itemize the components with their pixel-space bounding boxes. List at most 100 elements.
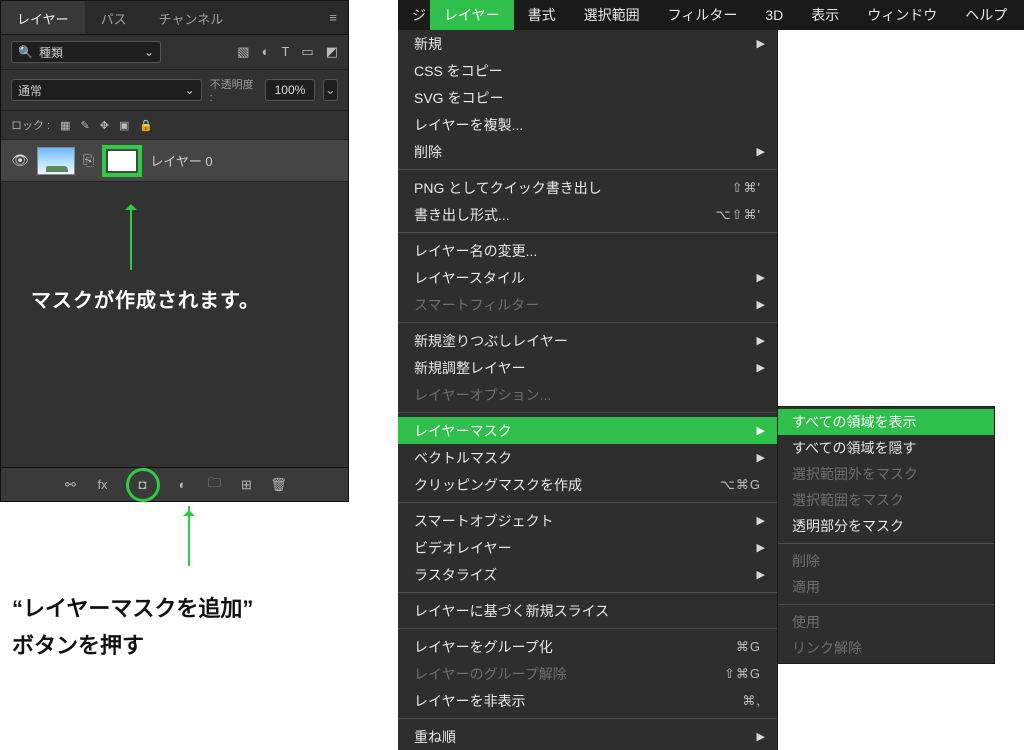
filter-icons: ▧ ◐ T ▭ ◩	[237, 44, 338, 60]
search-icon: 🔍	[18, 45, 33, 59]
submenu-reveal-all[interactable]: すべての領域を表示	[778, 409, 994, 435]
submenu-arrow-icon: ▶	[757, 424, 765, 437]
menu-layer-options: レイヤーオプション...	[398, 381, 777, 408]
submenu-arrow-icon: ▶	[757, 37, 765, 50]
menu-hide-layer[interactable]: レイヤーを非表示⌘,	[398, 687, 777, 714]
lock-icons: ▦ ✎ ✥ ▣ 🔒	[60, 119, 153, 132]
annotation-arrow	[130, 208, 132, 270]
layer-row[interactable]: 👁 ⎘ レイヤー 0	[1, 140, 348, 182]
menu-duplicate[interactable]: レイヤーを複製...	[398, 111, 777, 138]
filter-smart-icon[interactable]: ◩	[326, 44, 338, 60]
annotation-arrow-2	[188, 506, 190, 566]
new-layer-icon[interactable]: ⊞	[238, 477, 256, 493]
layer-filter-select[interactable]: 🔍 種類 ⌄	[11, 41, 161, 63]
filter-shape-icon[interactable]: ▭	[301, 44, 313, 60]
add-mask-icon: ◘	[134, 477, 152, 492]
menu-copy-svg[interactable]: SVG をコピー	[398, 84, 777, 111]
shortcut: ⌘,	[742, 693, 761, 709]
menu-smart-object[interactable]: スマートオブジェクト▶	[398, 507, 777, 534]
filter-row: 🔍 種類 ⌄ ▧ ◐ T ▭ ◩	[1, 35, 348, 70]
layer-thumbnail[interactable]	[37, 147, 75, 175]
submenu-arrow-icon: ▶	[757, 541, 765, 554]
shortcut: ⌥⇧⌘'	[716, 207, 761, 223]
adjustment-icon[interactable]: ◐	[174, 477, 192, 492]
submenu-arrow-icon: ▶	[757, 361, 765, 374]
menu-quick-png[interactable]: PNG としてクイック書き出し⇧⌘'	[398, 174, 777, 201]
submenu-from-transparency[interactable]: 透明部分をマスク	[778, 513, 994, 539]
link-layers-icon[interactable]: ⚯	[62, 477, 80, 493]
submenu-apply: 適用	[778, 574, 994, 600]
chevron-down-icon: ⌄	[144, 45, 154, 59]
menu-new[interactable]: 新規▶	[398, 30, 777, 57]
filter-pixel-icon[interactable]: ▧	[237, 44, 249, 60]
menu-delete[interactable]: 削除▶	[398, 138, 777, 165]
panel-menu-icon[interactable]: ≡	[318, 1, 348, 34]
menu-vector-mask[interactable]: ベクトルマスク▶	[398, 444, 777, 471]
submenu-hide-selection: 選択範囲をマスク	[778, 487, 994, 513]
panel-tabs: レイヤー パス チャンネル ≡	[1, 1, 348, 35]
opacity-input[interactable]: 100%	[265, 79, 314, 101]
submenu-reveal-selection: 選択範囲外をマスク	[778, 461, 994, 487]
submenu-arrow-icon: ▶	[757, 568, 765, 581]
add-mask-button[interactable]: ◘	[126, 468, 160, 502]
menu-type[interactable]: 書式	[514, 0, 570, 30]
lock-transparency-icon[interactable]: ▦	[60, 119, 70, 132]
menu-group[interactable]: レイヤーをグループ化⌘G	[398, 633, 777, 660]
submenu-arrow-icon: ▶	[757, 514, 765, 527]
lock-brush-icon[interactable]: ✎	[81, 119, 90, 132]
lock-move-icon[interactable]: ✥	[100, 119, 109, 132]
tab-layers[interactable]: レイヤー	[1, 1, 85, 34]
lock-all-icon[interactable]: 🔒	[139, 119, 153, 132]
menu-layer-mask[interactable]: レイヤーマスク▶	[398, 417, 777, 444]
lock-label: ロック :	[11, 117, 50, 133]
blend-mode-value: 通常	[18, 82, 42, 99]
blend-mode-select[interactable]: 通常 ⌄	[11, 79, 202, 101]
menu-export-as[interactable]: 書き出し形式...⌥⇧⌘'	[398, 201, 777, 228]
menu-help[interactable]: ヘルプ	[951, 0, 1021, 30]
submenu-arrow-icon: ▶	[757, 451, 765, 464]
visibility-icon[interactable]: 👁	[11, 152, 29, 169]
menu-layer[interactable]: レイヤー	[430, 0, 514, 30]
menu-bar: ジ レイヤー 書式 選択範囲 フィルター 3D 表示 ウィンドウ ヘルプ	[398, 0, 1024, 30]
layer-mask-thumbnail[interactable]	[102, 145, 142, 177]
opacity-stepper[interactable]: ⌄	[323, 79, 338, 101]
fx-icon[interactable]: fx	[94, 477, 112, 492]
submenu-arrow-icon: ▶	[757, 334, 765, 347]
lock-artboard-icon[interactable]: ▣	[119, 119, 129, 132]
tab-channels[interactable]: チャンネル	[143, 1, 240, 34]
folder-icon[interactable]: 🗀	[206, 474, 224, 496]
shortcut: ⇧⌘'	[732, 180, 761, 196]
menu-layer-style[interactable]: レイヤースタイル▶	[398, 264, 777, 291]
menu-3d[interactable]: 3D	[751, 0, 797, 30]
menu-new-slice[interactable]: レイヤーに基づく新規スライス	[398, 597, 777, 624]
menu-arrange[interactable]: 重ね順▶	[398, 723, 777, 750]
trash-icon[interactable]: 🗑	[270, 477, 288, 493]
menu-video-layer[interactable]: ビデオレイヤー▶	[398, 534, 777, 561]
menu-new-adjustment[interactable]: 新規調整レイヤー▶	[398, 354, 777, 381]
blend-row: 通常 ⌄ 不透明度 : 100% ⌄	[1, 70, 348, 111]
opacity-label: 不透明度 :	[210, 76, 258, 104]
submenu-enable: 使用	[778, 609, 994, 635]
submenu-hide-all[interactable]: すべての領域を隠す	[778, 435, 994, 461]
layers-bottom-toolbar: ⚯ fx ◘ ◐ 🗀 ⊞ 🗑	[1, 467, 348, 501]
menu-new-fill[interactable]: 新規塗りつぶしレイヤー▶	[398, 327, 777, 354]
menu-select[interactable]: 選択範囲	[570, 0, 654, 30]
menu-rename[interactable]: レイヤー名の変更...	[398, 237, 777, 264]
menu-view[interactable]: 表示	[797, 0, 853, 30]
menu-clipping-mask[interactable]: クリッピングマスクを作成⌥⌘G	[398, 471, 777, 498]
menu-window[interactable]: ウィンドウ	[853, 0, 951, 30]
layer-mask-submenu: すべての領域を表示 すべての領域を隠す 選択範囲外をマスク 選択範囲をマスク 透…	[777, 406, 995, 664]
menu-filter[interactable]: フィルター	[654, 0, 752, 30]
shortcut: ⌘G	[736, 639, 761, 655]
shortcut: ⇧⌘G	[724, 666, 761, 682]
tab-paths[interactable]: パス	[85, 1, 143, 34]
menu-copy-css[interactable]: CSS をコピー	[398, 57, 777, 84]
filter-type-icon[interactable]: T	[281, 44, 289, 60]
menu-rasterize[interactable]: ラスタライズ▶	[398, 561, 777, 588]
layer-name[interactable]: レイヤー 0	[150, 151, 212, 170]
menu-stub: ジ	[398, 0, 430, 30]
filter-adjust-icon[interactable]: ◐	[262, 44, 270, 60]
submenu-arrow-icon: ▶	[757, 145, 765, 158]
mask-link-icon[interactable]: ⎘	[83, 152, 94, 169]
annotation-text-2: “レイヤーマスクを追加” ボタンを押す	[12, 590, 253, 665]
